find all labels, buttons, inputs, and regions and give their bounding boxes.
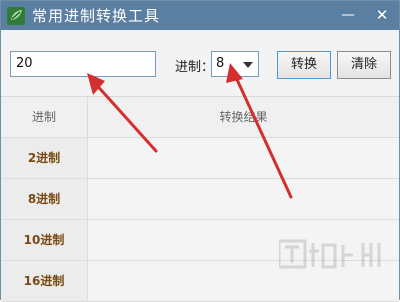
row-label-16: 16进制 <box>1 261 88 302</box>
row-label-10: 10进制 <box>1 220 88 261</box>
converter-window: 常用进制转换工具 — ✕ 20 进制： 8 转换 清除 进制 转换结果 2进制 … <box>0 0 400 302</box>
header-result: 转换结果 <box>88 97 399 138</box>
base-select-value: 8 <box>216 56 225 71</box>
clear-button[interactable]: 清除 <box>337 51 391 79</box>
header-base: 进制 <box>1 97 88 138</box>
title-bar[interactable]: 常用进制转换工具 — ✕ <box>1 1 399 30</box>
close-icon[interactable]: ✕ <box>371 5 393 25</box>
dropdown-arrow-icon[interactable] <box>243 62 253 68</box>
row-value-8[interactable] <box>88 179 399 220</box>
base-select[interactable]: 8 <box>211 51 259 77</box>
convert-button[interactable]: 转换 <box>277 51 331 79</box>
app-leaf-icon <box>7 6 25 25</box>
row-value-2[interactable] <box>88 138 399 179</box>
toolbar: 20 进制： 8 转换 清除 <box>1 30 399 97</box>
watermark-logo <box>279 239 381 269</box>
number-input[interactable]: 20 <box>10 51 156 77</box>
row-label-8: 8进制 <box>1 179 88 220</box>
window-title: 常用进制转换工具 <box>32 7 161 25</box>
minimize-icon[interactable]: — <box>337 5 359 25</box>
row-label-2: 2进制 <box>1 138 88 179</box>
base-label: 进制： <box>175 60 215 75</box>
